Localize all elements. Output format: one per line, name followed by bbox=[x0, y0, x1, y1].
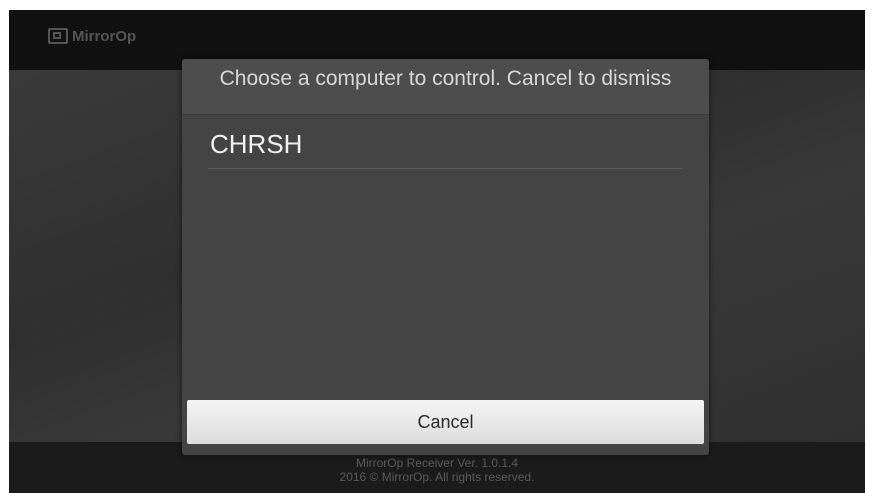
version-text: MirrorOp Receiver Ver. 1.0.1.4 bbox=[355, 456, 519, 470]
logo-text: MirrorOp bbox=[72, 27, 137, 45]
choose-computer-dialog: Choose a computer to control. Cancel to … bbox=[182, 59, 709, 455]
computer-item-chrsh[interactable]: CHRSH bbox=[208, 120, 682, 169]
app-screen: MirrorOp MirrorOp Receiver Ver. 1.0.1.4 … bbox=[9, 10, 865, 493]
mirrorop-logo-icon bbox=[48, 28, 68, 44]
dialog-title: Choose a computer to control. Cancel to … bbox=[182, 59, 709, 115]
cancel-button[interactable]: Cancel bbox=[187, 400, 704, 444]
copyright-text: 2016 © MirrorOp. All rights reserved. bbox=[339, 470, 535, 484]
app-logo: MirrorOp bbox=[48, 25, 136, 47]
computer-list: CHRSH bbox=[208, 120, 682, 169]
